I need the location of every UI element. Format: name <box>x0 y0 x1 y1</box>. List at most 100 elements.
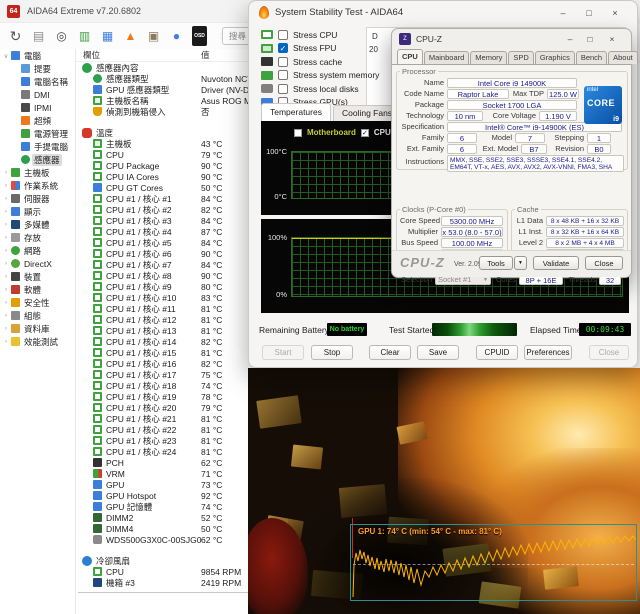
row-icon <box>93 425 102 434</box>
cpuz-tab-about[interactable]: About <box>608 51 638 64</box>
stress-checkbox[interactable] <box>278 57 288 67</box>
start-button[interactable]: Start <box>262 345 304 360</box>
tree-item-database[interactable]: › 資料庫 <box>0 322 75 335</box>
video-adapter-icon[interactable]: ▦ <box>98 27 117 46</box>
flame-icon <box>259 6 269 19</box>
preferences-button[interactable]: Preferences <box>524 345 572 360</box>
tree-item-ipmi[interactable]: IPMI <box>0 101 75 114</box>
close-window-button[interactable]: × <box>605 5 625 20</box>
core-speed-field: 5300.00 MHz <box>441 216 503 226</box>
cpuz-tab-cpu[interactable]: CPU <box>397 49 423 64</box>
tree-item-sensor[interactable]: 感應器 <box>0 153 75 166</box>
tree-item-power[interactable]: 電源管理 <box>0 127 75 140</box>
tree-node-icon <box>11 181 20 190</box>
sst-window-title: System Stability Test - AIDA64 <box>275 7 403 18</box>
row-icon <box>93 249 102 258</box>
remote-icon[interactable]: ● <box>167 27 186 46</box>
cpuz-tab-bench[interactable]: Bench <box>576 51 607 64</box>
expand-arrow-icon: › <box>3 182 9 189</box>
legend-cpu-checkbox[interactable] <box>361 129 369 137</box>
tree-item-multimedia[interactable]: › 多媒體 <box>0 218 75 231</box>
tree-item-network[interactable]: › 網路 <box>0 244 75 257</box>
tree-item-benchmark[interactable]: › 效能測試 <box>0 335 75 348</box>
stress-checkbox[interactable] <box>278 30 288 40</box>
tree-item-dmi[interactable]: DMI <box>0 88 75 101</box>
cpuid-button[interactable]: CPUID <box>476 345 518 360</box>
row-icon <box>93 326 102 335</box>
column-field[interactable]: 欄位 <box>76 49 201 61</box>
cpuz-tab-graphics[interactable]: Graphics <box>535 51 575 64</box>
tree-item-security[interactable]: › 安全性 <box>0 296 75 309</box>
tree-item-config[interactable]: › 組態 <box>0 309 75 322</box>
tree-item-os[interactable]: › 作業系統 <box>0 179 75 192</box>
osd-icon[interactable]: OSD <box>190 27 209 46</box>
tree-item-motherboard[interactable]: › 主機板 <box>0 166 75 179</box>
cpuz-window: Z CPU-Z – □ × CPUMainboardMemorySPDGraph… <box>391 28 632 278</box>
close-button[interactable]: Close <box>589 345 629 360</box>
stress-checkbox[interactable] <box>278 70 288 80</box>
tree-node-icon <box>21 142 30 151</box>
gpu-temp-trace <box>351 525 636 600</box>
tree-item-software[interactable]: › 軟體 <box>0 283 75 296</box>
tree-node-icon <box>21 77 30 86</box>
tree-item-computer[interactable]: ∨ 電腦 <box>0 49 75 62</box>
clear-button[interactable]: Clear <box>369 345 411 360</box>
y-max-label: 100% <box>261 233 287 242</box>
stress-checkbox[interactable] <box>278 84 288 94</box>
row-icon <box>93 436 102 445</box>
tools-dropdown-button[interactable]: ▼ <box>514 256 527 270</box>
row-icon <box>93 392 102 401</box>
tree-item-summary[interactable]: 提要 <box>0 62 75 75</box>
row-icon <box>93 293 102 302</box>
minimize-button[interactable]: – <box>561 32 579 46</box>
tree-item-portable[interactable]: 手提電腦 <box>0 140 75 153</box>
tab-temperatures[interactable]: Temperatures <box>261 103 331 121</box>
tree-item-storage[interactable]: › 存放 <box>0 231 75 244</box>
check-stress-cache: Stress cache <box>261 55 379 69</box>
cpu-icon[interactable]: ◎ <box>52 27 71 46</box>
row-icon <box>93 337 102 346</box>
tree-item-computer-name[interactable]: 電腦名稱 <box>0 75 75 88</box>
check-stress-disks: Stress local disks <box>261 82 379 96</box>
tools-button[interactable]: Tools <box>479 256 513 270</box>
tree-item-server[interactable]: › 伺服器 <box>0 192 75 205</box>
cpuz-tab-memory[interactable]: Memory <box>470 51 507 64</box>
refresh-icon[interactable]: ↻ <box>6 27 25 46</box>
close-button[interactable]: Close <box>585 256 623 270</box>
search-placeholder: 搜尋 <box>229 30 246 42</box>
close-window-button[interactable]: × <box>603 32 621 46</box>
tree-item-overclock[interactable]: 超頻 <box>0 114 75 127</box>
tree-item-directx[interactable]: › DirectX <box>0 257 75 270</box>
tree-node-icon <box>21 155 30 164</box>
check-stress-cpu: Stress CPU <box>261 28 379 42</box>
save-button[interactable]: Save <box>417 345 459 360</box>
tree-item-display[interactable]: › 顯示 <box>0 205 75 218</box>
report-icon[interactable]: ▤ <box>29 27 48 46</box>
clipboard-icon[interactable]: ▣ <box>144 27 163 46</box>
tree-node-icon <box>21 64 30 73</box>
aida64-logo-icon: 64 <box>7 5 20 18</box>
row-icon <box>93 183 102 192</box>
cpuz-tab-spd[interactable]: SPD <box>508 51 533 64</box>
minimize-button[interactable]: – <box>553 5 573 20</box>
validate-button[interactable]: Validate <box>533 256 579 270</box>
device-icon <box>261 44 273 53</box>
package-field: Socket 1700 LGA <box>447 100 577 110</box>
stress-checkbox[interactable] <box>278 43 288 53</box>
tree-node-icon <box>21 116 30 125</box>
tree-item-devices[interactable]: › 裝置 <box>0 270 75 283</box>
row-icon <box>93 74 102 83</box>
expand-arrow-icon: › <box>3 169 9 176</box>
legend-motherboard-checkbox[interactable] <box>294 129 302 137</box>
device-icon <box>261 84 273 93</box>
cpuz-tab-mainboard[interactable]: Mainboard <box>424 51 469 64</box>
memory-icon[interactable]: ▥ <box>75 27 94 46</box>
model-field: 7 <box>515 133 545 143</box>
stability-test-flame-icon[interactable]: ▲ <box>121 27 140 46</box>
maximize-button[interactable]: □ <box>579 5 599 20</box>
row-icon <box>93 447 102 456</box>
column-value[interactable]: 值 <box>201 49 210 61</box>
stop-button[interactable]: Stop <box>311 345 353 360</box>
row-icon <box>93 271 102 280</box>
expand-arrow-icon: › <box>3 234 9 241</box>
